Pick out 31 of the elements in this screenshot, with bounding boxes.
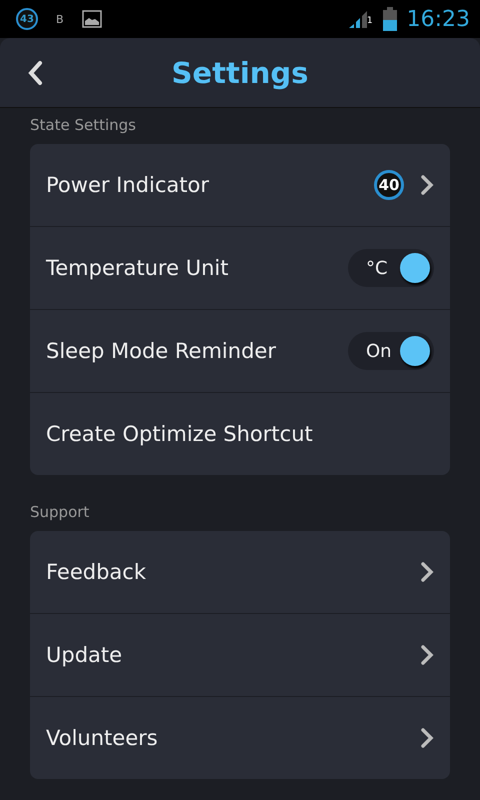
settings-row[interactable]: Power Indicator 40 xyxy=(30,144,450,226)
back-icon xyxy=(26,60,44,86)
section-title: Support xyxy=(29,502,90,523)
battery-icon xyxy=(382,7,397,31)
row-label: Power Indicator xyxy=(46,173,210,197)
notification-badge: 43 xyxy=(16,8,38,30)
toggle-switch[interactable]: On xyxy=(348,332,434,370)
chevron-icon xyxy=(420,727,434,749)
row-label: Temperature Unit xyxy=(46,256,230,280)
chevron-icon xyxy=(420,174,434,196)
settings-row[interactable]: Volunteers xyxy=(30,696,450,779)
settings-row[interactable]: Temperature Unit °C xyxy=(30,226,450,309)
section-title: State Settings xyxy=(29,115,137,136)
image-icon xyxy=(82,10,102,28)
settings-row[interactable]: Create Optimize Shortcut xyxy=(30,392,450,475)
sim-label: 1 xyxy=(366,16,373,26)
power-indicator-badge: 40 xyxy=(374,170,404,200)
row-label: Volunteers xyxy=(46,726,159,750)
clock: 16:23 xyxy=(406,6,470,32)
settings-row[interactable]: Update xyxy=(30,613,450,696)
toggle-switch[interactable]: °C xyxy=(348,249,434,287)
screen-title: Settings xyxy=(172,56,308,90)
settings-row[interactable]: Feedback xyxy=(30,531,450,613)
row-label: Update xyxy=(46,643,124,667)
row-label: Feedback xyxy=(46,560,148,584)
chevron-icon xyxy=(420,561,434,583)
notification-letter: B xyxy=(56,12,64,26)
settings-row[interactable]: Sleep Mode Reminder On xyxy=(30,309,450,392)
row-label: Sleep Mode Reminder xyxy=(46,339,277,363)
row-label: Create Optimize Shortcut xyxy=(46,422,314,446)
chevron-icon xyxy=(420,644,434,666)
